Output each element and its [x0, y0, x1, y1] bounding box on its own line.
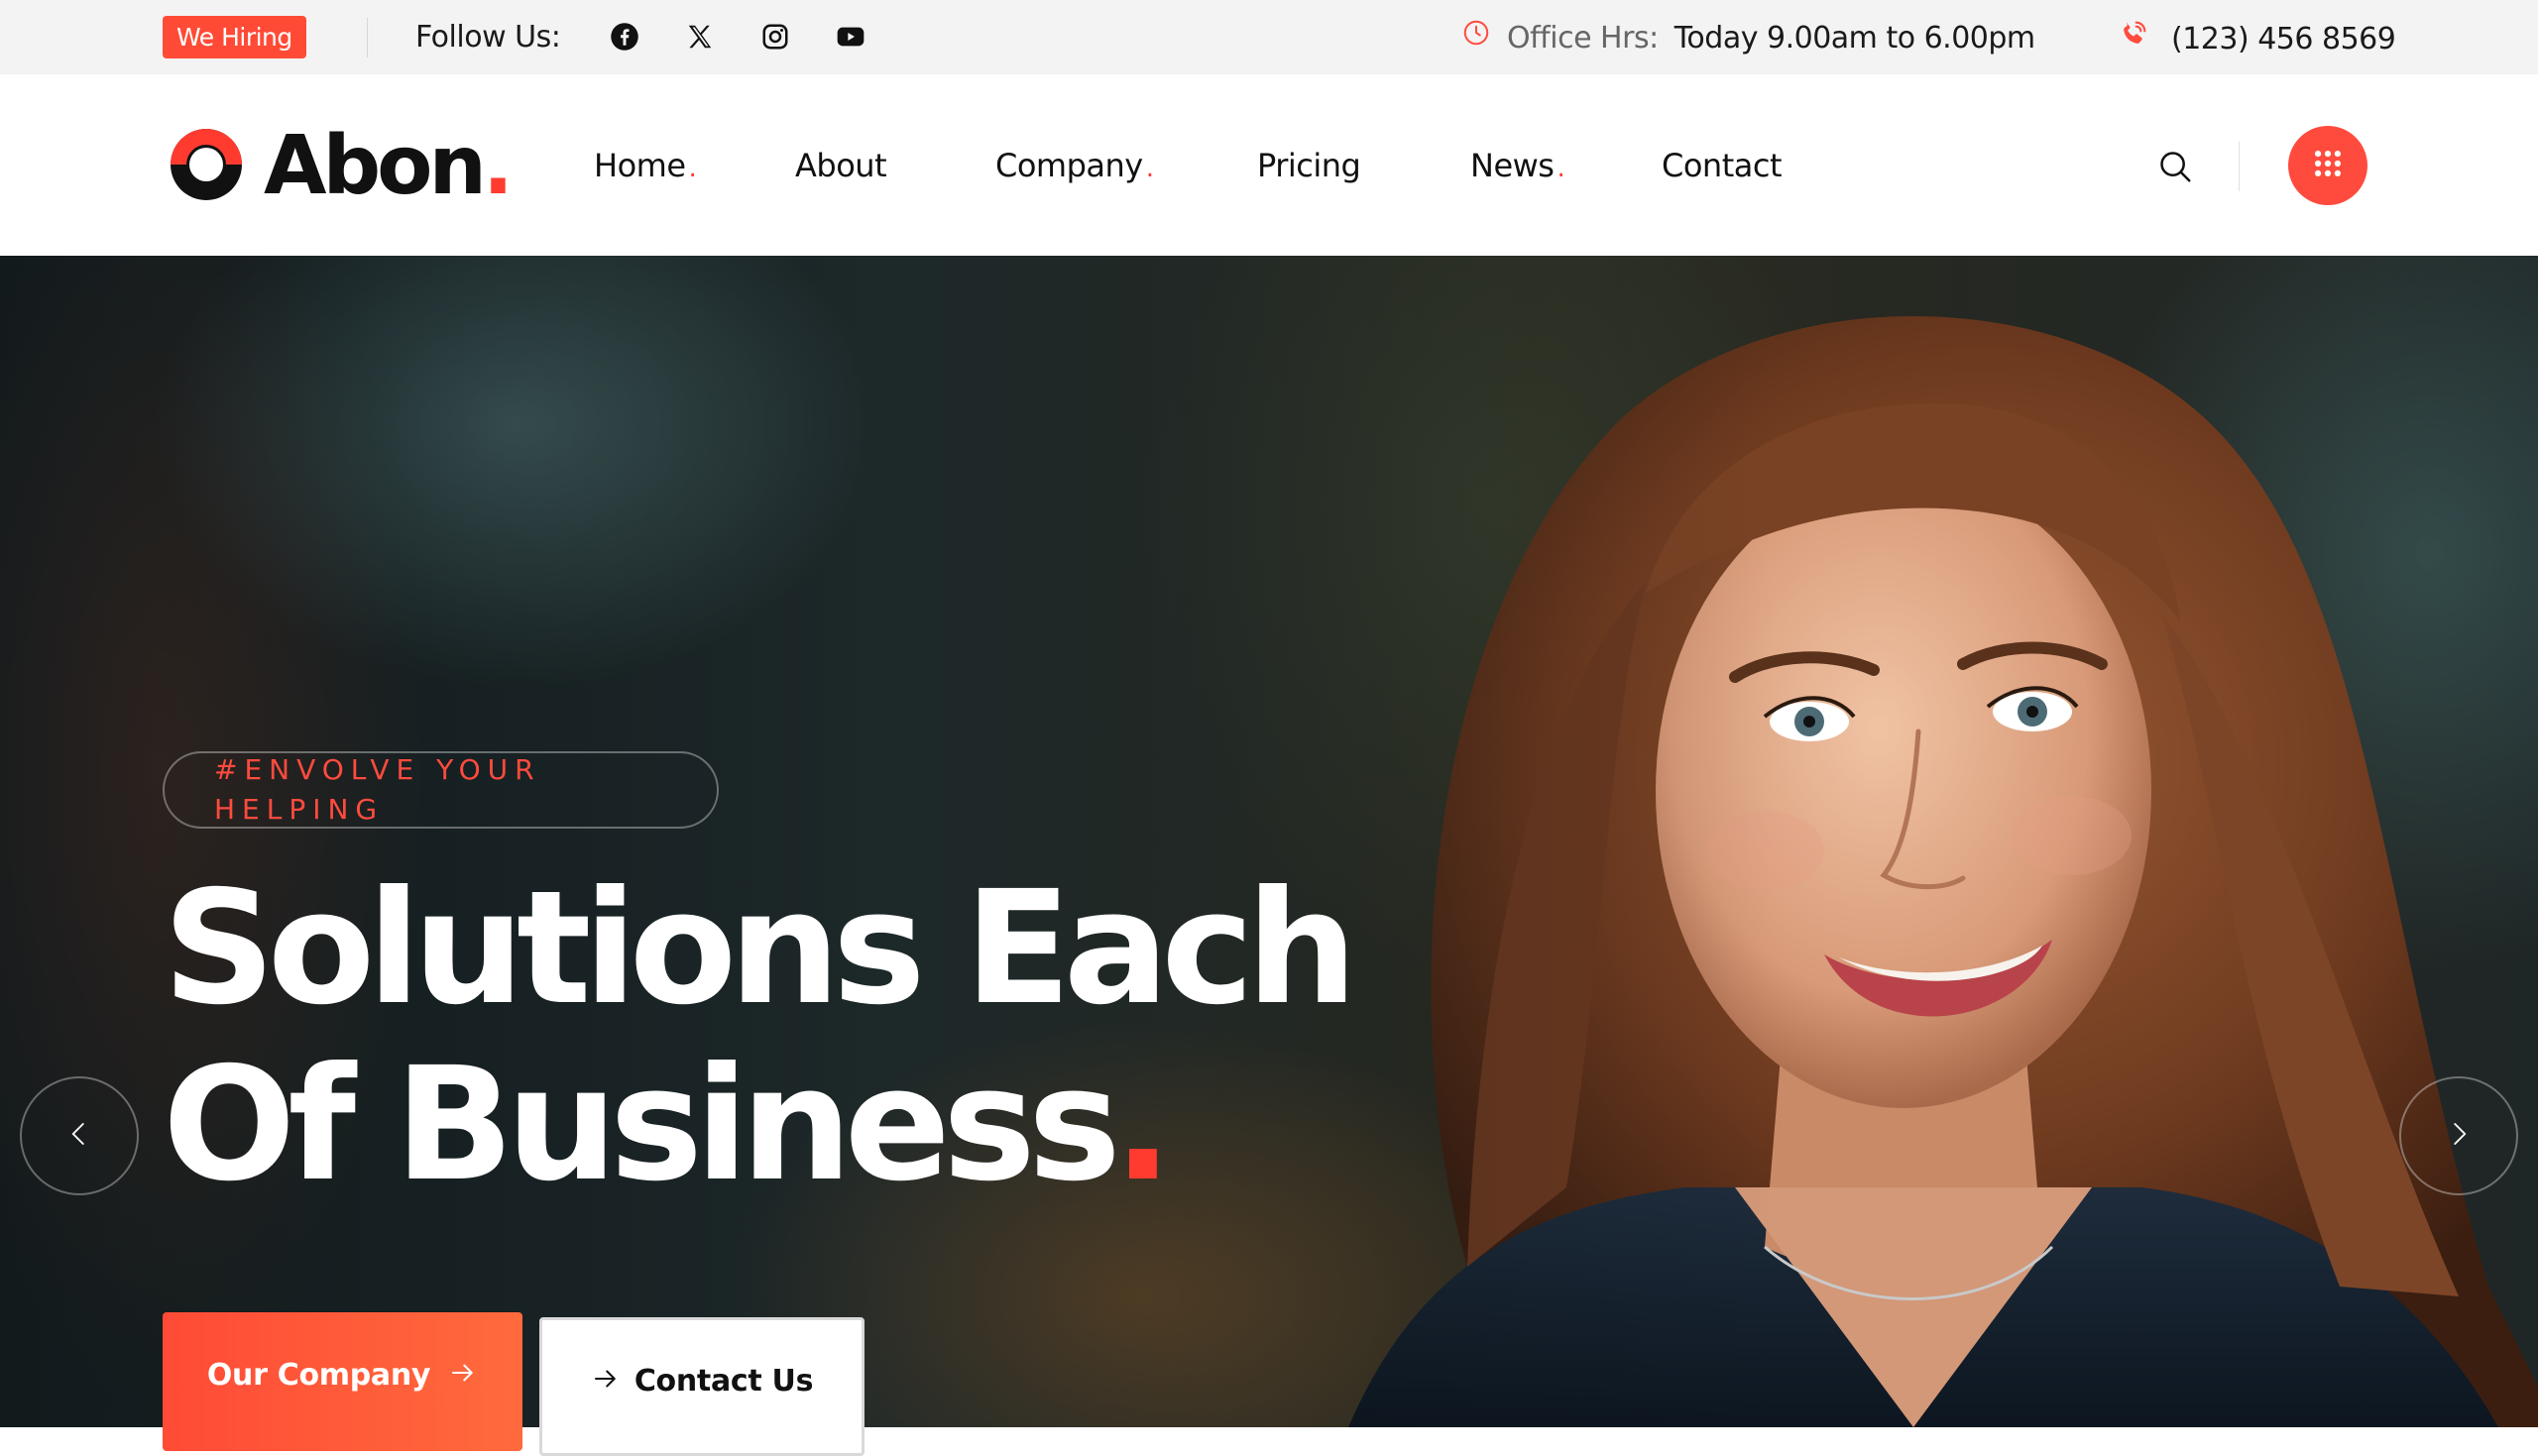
brand-logo[interactable]: Abon.: [169, 119, 514, 213]
nav-item-pricing[interactable]: Pricing: [1257, 144, 1361, 187]
top-bar: We Hiring Follow Us: Office Hrs: Today 9…: [0, 0, 2538, 74]
nav-item-news[interactable]: News.: [1470, 144, 1565, 190]
nav-item-contact[interactable]: Contact: [1662, 144, 1783, 187]
phone-contact[interactable]: (123) 456 8569: [2118, 18, 2396, 60]
x-icon[interactable]: [682, 19, 718, 55]
hero-headline-line-2: Of Business.: [163, 1034, 1173, 1216]
search-icon[interactable]: [2154, 146, 2196, 187]
youtube-icon[interactable]: [833, 19, 868, 55]
we-hiring-badge[interactable]: We Hiring: [163, 16, 306, 58]
arrow-right-icon: [448, 1358, 478, 1396]
hero-headline: Solutions Each Of Business.: [163, 857, 1357, 1216]
office-hours-value: Today 9.00am to 6.00pm: [1673, 20, 2035, 56]
brand-wordmark: Abon.: [264, 119, 514, 213]
hero-tagline-pill: #ENVOLVE YOUR HELPING: [163, 751, 719, 829]
nav-item-about[interactable]: About: [795, 144, 887, 187]
office-hours-label: Office Hrs:: [1507, 20, 1659, 56]
our-company-button[interactable]: Our Company: [163, 1312, 522, 1451]
clock-icon: [1461, 18, 1491, 58]
phone-icon: [2118, 18, 2149, 60]
hero-section: #ENVOLVE YOUR HELPING Solutions Each Of …: [0, 256, 2538, 1427]
menu-grid-button[interactable]: [2288, 126, 2367, 205]
phone-number: (123) 456 8569: [2171, 21, 2396, 56]
nav-item-company[interactable]: Company.: [995, 144, 1154, 190]
main-navbar: Abon. Home. About Company. Pricing News.…: [0, 74, 2538, 256]
slider-prev-button[interactable]: [20, 1076, 139, 1195]
office-hours: Office Hrs: Today 9.00am to 6.00pm: [1461, 18, 2035, 58]
logo-mark-icon: [169, 127, 244, 206]
facebook-icon[interactable]: [607, 19, 642, 55]
nav-item-home[interactable]: Home.: [594, 144, 697, 190]
our-company-button-label: Our Company: [206, 1358, 431, 1393]
contact-us-button-label: Contact Us: [634, 1364, 814, 1399]
dropdown-indicator-icon: .: [1557, 154, 1565, 183]
topbar-divider: [367, 18, 368, 57]
follow-us-label: Follow Us:: [415, 20, 561, 55]
contact-us-button[interactable]: Contact Us: [539, 1317, 865, 1456]
hero-tagline: #ENVOLVE YOUR HELPING: [214, 753, 541, 826]
instagram-icon[interactable]: [757, 19, 793, 55]
chevron-right-icon: [2444, 1119, 2474, 1153]
slider-next-button[interactable]: [2399, 1076, 2518, 1195]
arrow-right-icon: [591, 1364, 621, 1401]
dropdown-indicator-icon: .: [688, 154, 697, 183]
hero-headline-line-1: Solutions Each: [163, 857, 1357, 1040]
nav-divider: [2239, 142, 2240, 191]
hero-overlay: [0, 256, 2538, 1427]
chevron-left-icon: [64, 1119, 94, 1153]
grid-dots-icon: [2311, 147, 2345, 184]
dropdown-indicator-icon: .: [1145, 154, 1154, 183]
